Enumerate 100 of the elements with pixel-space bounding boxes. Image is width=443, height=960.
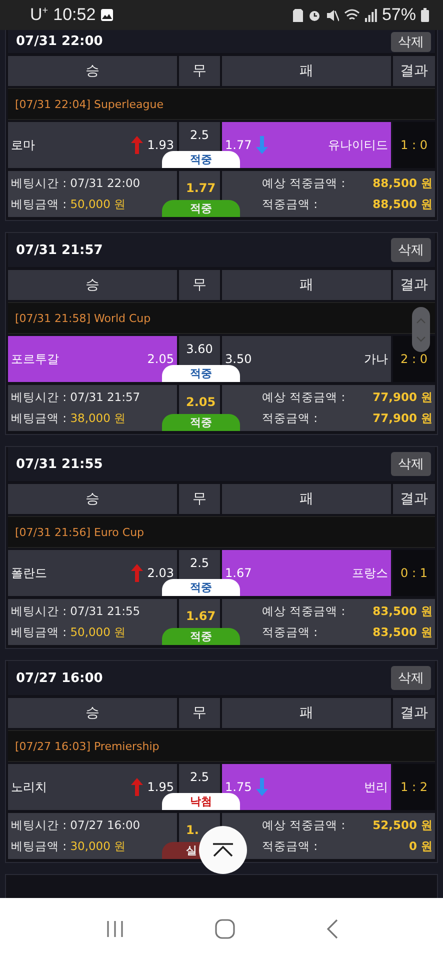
column-header: 무: [179, 484, 220, 514]
home-icon[interactable]: [215, 919, 236, 939]
home-odds-cell[interactable]: 로마 1.93: [8, 122, 177, 168]
column-header: 승: [8, 484, 177, 514]
carrier-label: U$^{+}$: [30, 5, 48, 25]
odds-value: 1.67: [225, 566, 252, 580]
away-odds-cell[interactable]: 1.67 프랑스: [222, 550, 391, 596]
wifi-icon: [344, 8, 360, 22]
bet-amount-label: 베팅금액 :: [11, 839, 67, 853]
team-name: 가나: [364, 350, 388, 368]
home-odds-cell[interactable]: 폴란드 2.03: [8, 550, 177, 596]
league-label: [07/27 16:03] Premiership: [15, 740, 160, 752]
mute-icon: [326, 8, 339, 22]
odds-value: 1.77: [225, 138, 252, 152]
bet-time: 베팅시간 : 07/31 21:57: [11, 390, 142, 405]
bet-amount-label: 베팅금액 :: [11, 411, 67, 425]
column-header: 패: [222, 56, 391, 86]
column-header: 결과: [393, 270, 435, 300]
expected-label: 예상 적중금액 :: [262, 604, 346, 619]
column-header: 승: [8, 698, 177, 728]
outcome-badge: 적중: [162, 151, 240, 168]
expected-label: 예상 적중금액 :: [262, 390, 346, 405]
status-badge: 적중: [162, 200, 240, 217]
win-label: 적중금액 :: [262, 411, 318, 426]
status-badge: 적중: [162, 414, 240, 431]
expected-amount: 77,900 원: [372, 390, 433, 405]
draw-odds-cell[interactable]: 3.60: [179, 336, 220, 365]
column-header: 승: [8, 270, 177, 300]
alarm-icon: [308, 8, 321, 22]
sim-icon: [292, 8, 303, 22]
expected-label: 예상 적중금액 :: [262, 176, 346, 191]
result-score: 0 : 1: [393, 550, 435, 596]
result-score: 1 : 0: [393, 122, 435, 168]
odds-value: 2.05: [147, 352, 174, 366]
team-name: 폴란드: [11, 564, 47, 582]
pick-odds: 1.67: [186, 609, 216, 623]
bet-amount-label: 베팅금액 :: [11, 197, 67, 211]
team-name: 로마: [11, 136, 35, 154]
bet-amount: 50,000 원: [70, 197, 126, 211]
expected-amount: 52,500 원: [372, 818, 433, 833]
odds-value: 1.95: [147, 780, 174, 794]
column-header: 결과: [393, 56, 435, 86]
team-name: 번리: [364, 778, 388, 796]
odds-value: 1.75: [225, 780, 252, 794]
home-odds-cell[interactable]: 노리치 1.95: [8, 764, 177, 810]
delete-button[interactable]: 삭제: [391, 452, 431, 476]
scroll-top-icon: [212, 843, 234, 857]
column-header: 결과: [393, 484, 435, 514]
bet-date: 07/31 21:57: [16, 242, 103, 258]
expected-amount: 88,500 원: [372, 176, 433, 191]
team-name: 프랑스: [352, 564, 388, 582]
team-name: 포르투갈: [11, 350, 59, 368]
result-score: 1 : 2: [393, 764, 435, 810]
status-badge: 적중: [162, 628, 240, 645]
bet-amount-label: 베팅금액 :: [11, 625, 67, 639]
bet-date: 07/31 22:00: [16, 34, 103, 49]
column-header: 무: [179, 270, 220, 300]
bet-amount: 50,000 원: [70, 625, 126, 639]
league-label: [07/31 22:04] Superleague: [15, 98, 164, 110]
win-amount: 83,500 원: [372, 625, 433, 640]
odds-value: 1.93: [147, 138, 174, 152]
draw-odds-cell[interactable]: 2.5: [179, 122, 220, 151]
win-amount: 77,900 원: [372, 411, 433, 426]
column-header: 패: [222, 270, 391, 300]
column-header: 승: [8, 56, 177, 86]
outcome-badge: 적중: [162, 365, 240, 382]
chevron-down-icon: [416, 336, 426, 342]
pick-odds: 1.: [186, 823, 199, 837]
away-odds-cell[interactable]: 3.50 가나: [222, 336, 391, 382]
delete-button[interactable]: 삭제: [391, 666, 431, 690]
bet-time: 베팅시간 : 07/31 21:55: [11, 604, 142, 619]
draw-odds-cell[interactable]: 2.5: [179, 550, 220, 579]
win-label: 적중금액 :: [262, 625, 318, 640]
scroll-handle[interactable]: [412, 307, 430, 352]
away-odds-cell[interactable]: 1.77 유나이티드: [222, 122, 391, 168]
win-amount: 88,500 원: [372, 197, 433, 212]
bet-amount: 30,000 원: [70, 839, 126, 853]
recent-apps-icon[interactable]: [105, 920, 126, 938]
expected-label: 예상 적중금액 :: [262, 818, 346, 833]
team-name: 노리치: [11, 778, 47, 796]
bet-time: 베팅시간 : 07/27 16:00: [11, 818, 142, 833]
chevron-up-icon: [416, 318, 426, 324]
battery-percent: 57%: [382, 5, 416, 25]
expected-amount: 83,500 원: [372, 604, 433, 619]
away-odds-cell[interactable]: 1.75 번리: [222, 764, 391, 810]
back-icon[interactable]: [326, 919, 338, 939]
delete-button[interactable]: 삭제: [391, 238, 431, 262]
column-header: 결과: [393, 698, 435, 728]
column-header: 패: [222, 484, 391, 514]
win-label: 적중금액 :: [262, 839, 318, 854]
draw-odds-cell[interactable]: 2.5: [179, 764, 220, 793]
home-odds-cell[interactable]: 포르투갈 2.05: [8, 336, 177, 382]
outcome-badge: 낙첨: [162, 793, 240, 810]
outcome-badge: 적중: [162, 579, 240, 596]
delete-button[interactable]: 삭제: [391, 32, 431, 52]
gallery-icon: [100, 9, 113, 21]
league-label: [07/31 21:58] World Cup: [15, 312, 151, 324]
team-name: 유나이티드: [328, 136, 388, 154]
column-header: 무: [179, 698, 220, 728]
odds-value: 3.50: [225, 352, 252, 366]
